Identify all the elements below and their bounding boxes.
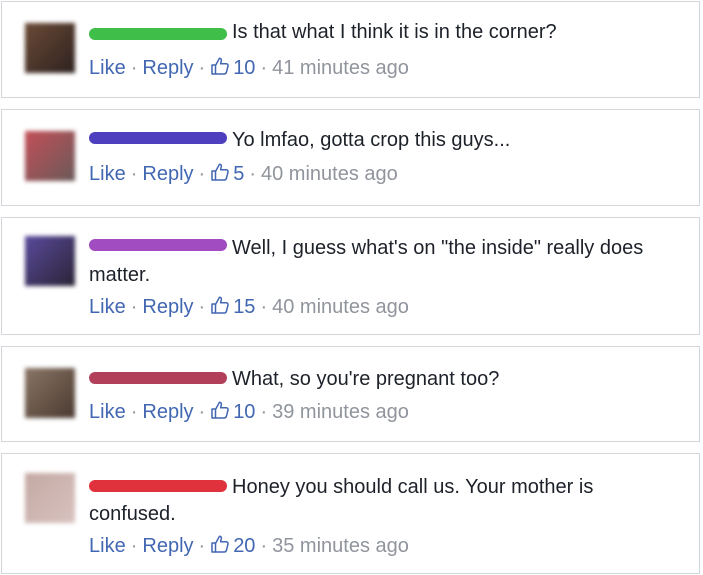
timestamp[interactable]: 41 minutes ago: [272, 57, 409, 79]
like-count-link[interactable]: 20: [210, 535, 255, 557]
comment-actions: Like · Reply · 10 · 39 minutes ago: [89, 400, 409, 424]
separator: ·: [260, 535, 268, 557]
timestamp[interactable]: 40 minutes ago: [272, 296, 409, 318]
like-link[interactable]: Like: [89, 163, 126, 185]
comment-actions: Like · Reply · 20 · 35 minutes ago: [89, 534, 409, 558]
like-count-link[interactable]: 10: [210, 401, 255, 423]
comment-actions: Like · Reply · 5 · 40 minutes ago: [89, 162, 398, 186]
like-link[interactable]: Like: [89, 535, 126, 557]
avatar[interactable]: [25, 131, 75, 181]
thumbs-up-icon: [211, 535, 229, 553]
reply-link[interactable]: Reply: [142, 163, 193, 185]
separator: ·: [198, 401, 206, 423]
comment-card: Is that what I think it is in the corner…: [1, 1, 700, 98]
comment-card: Honey you should call us. Your mother is…: [1, 453, 700, 574]
like-count: 5: [233, 163, 245, 185]
reply-link[interactable]: Reply: [142, 401, 193, 423]
comment-actions: Like · Reply · 10 · 41 minutes ago: [89, 56, 409, 80]
separator: ·: [130, 535, 138, 557]
thumbs-up-icon: [211, 296, 229, 314]
separator: ·: [130, 163, 138, 185]
reply-link[interactable]: Reply: [142, 57, 193, 79]
comment-card: Well, I guess what's on "the inside" rea…: [1, 217, 700, 335]
comment-text-block: What, so you're pregnant too?: [89, 366, 683, 393]
comment-text-block: Is that what I think it is in the corner…: [89, 19, 683, 46]
separator: ·: [130, 57, 138, 79]
comment-card: What, so you're pregnant too? Like · Reply…: [1, 346, 700, 442]
avatar[interactable]: [25, 236, 75, 286]
comment-text-block: Yo lmfao, gotta crop this guys...: [89, 127, 683, 154]
separator: ·: [260, 296, 268, 318]
comment-text-block: Well, I guess what's on "the inside" rea…: [89, 235, 683, 289]
thumbs-up-icon: [211, 163, 229, 181]
comment-card: Yo lmfao, gotta crop this guys... Like · R…: [1, 109, 700, 206]
reply-link[interactable]: Reply: [142, 535, 193, 557]
like-link[interactable]: Like: [89, 57, 126, 79]
comment-text: Honey you should call us. Your mother is…: [89, 476, 594, 525]
comment-text: Is that what I think it is in the corner…: [232, 21, 557, 43]
like-link[interactable]: Like: [89, 401, 126, 423]
like-count: 15: [233, 296, 256, 318]
avatar[interactable]: [25, 23, 75, 73]
timestamp[interactable]: 35 minutes ago: [272, 535, 409, 557]
like-count: 10: [233, 401, 256, 423]
like-count: 20: [233, 535, 256, 557]
timestamp[interactable]: 39 minutes ago: [272, 401, 409, 423]
separator: ·: [198, 535, 206, 557]
separator: ·: [198, 163, 206, 185]
avatar[interactable]: [25, 368, 75, 418]
separator: ·: [198, 57, 206, 79]
reply-link[interactable]: Reply: [142, 296, 193, 318]
separator: ·: [198, 296, 206, 318]
like-link[interactable]: Like: [89, 296, 126, 318]
separator: ·: [260, 401, 268, 423]
thumbs-up-icon: [211, 401, 229, 419]
like-count: 10: [233, 57, 256, 79]
like-count-link[interactable]: 15: [210, 296, 255, 318]
separator: ·: [249, 163, 256, 185]
comment-text: Yo lmfao, gotta crop this guys...: [232, 129, 511, 151]
like-count-link[interactable]: 10: [210, 57, 255, 79]
separator: ·: [260, 57, 268, 79]
comment-text: Well, I guess what's on "the inside" rea…: [89, 237, 644, 286]
like-count-link[interactable]: 5: [210, 163, 244, 185]
timestamp[interactable]: 40 minutes ago: [261, 163, 398, 185]
thumbs-up-icon: [211, 57, 229, 75]
avatar[interactable]: [25, 473, 75, 523]
comment-text: What, so you're pregnant too?: [232, 368, 500, 390]
separator: ·: [130, 296, 138, 318]
separator: ·: [130, 401, 138, 423]
comment-text-block: Honey you should call us. Your mother is…: [89, 474, 683, 528]
comment-actions: Like · Reply · 15 · 40 minutes ago: [89, 295, 409, 319]
